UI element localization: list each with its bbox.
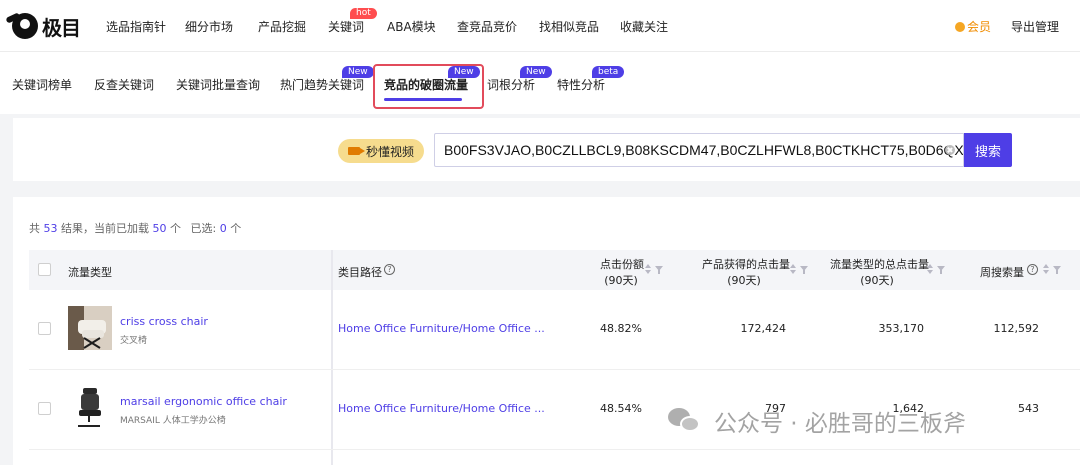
tutorial-video-label: 秒懂视频 — [365, 144, 414, 159]
logo-mark-icon — [12, 13, 38, 39]
summary-prefix: 共 — [29, 222, 40, 235]
keyword-link[interactable]: criss cross chair — [120, 315, 208, 328]
category-path-link[interactable]: Home Office Furniture/Home Office ... — [338, 402, 545, 415]
logo-text: 极目 — [42, 15, 81, 40]
total-count: 53 — [43, 222, 58, 235]
tutorial-video-button[interactable]: 秒懂视频 — [338, 139, 424, 163]
search-button[interactable]: 搜索 — [964, 133, 1012, 167]
criss-cross-chair-image — [68, 306, 112, 350]
tab-reverse-keywords[interactable]: 反查关键词 — [94, 76, 154, 93]
product-clicks-value: 172,424 — [740, 322, 787, 335]
sort-icon[interactable] — [1043, 264, 1051, 274]
clear-icon[interactable] — [945, 145, 955, 155]
beta-badge: beta — [592, 66, 625, 78]
row-checkbox[interactable] — [38, 402, 51, 415]
category-path-link[interactable]: Home Office Furniture/Home Office ... — [338, 322, 545, 335]
column-header-click-share-period: (90天) — [604, 274, 638, 287]
nav-item-product-mining[interactable]: 产品挖掘 — [258, 18, 306, 35]
product-thumbnail[interactable] — [68, 306, 112, 350]
click-share-value: 48.82% — [600, 322, 642, 335]
column-header-category: 类目路径 — [338, 266, 382, 279]
nav-item-niche-market[interactable]: 细分市场 — [185, 18, 233, 35]
summary-mid-text: 结果，当前已加载 — [61, 222, 149, 235]
filter-icon[interactable] — [800, 266, 808, 274]
sort-icon[interactable] — [927, 264, 935, 274]
column-header-weekly-searches[interactable]: 周搜索量 — [980, 264, 1024, 280]
help-icon[interactable]: ? — [1027, 264, 1038, 275]
column-header-total-clicks[interactable]: 流量类型的总点击量 — [830, 256, 929, 272]
column-header-product-clicks-period: (90天) — [727, 274, 761, 287]
keyword-translation: MARSAIL 人体工学办公椅 — [120, 416, 226, 426]
selected-count: 0 — [219, 222, 227, 235]
filter-icon[interactable] — [1053, 266, 1061, 274]
selected-label: 已选: — [190, 222, 217, 235]
column-header-product-clicks[interactable]: 产品获得的点击量 — [702, 256, 790, 272]
nav-item-favorites[interactable]: 收藏关注 — [620, 18, 668, 35]
nav-item-keywords[interactable]: 关键词 hot — [328, 8, 377, 35]
tab-trending-keywords[interactable]: 热门趋势关键词 — [280, 76, 364, 93]
results-summary: 共 53 结果，当前已加载 50 个 已选: 0 个 — [29, 220, 241, 236]
hot-badge: hot — [350, 8, 377, 19]
row-checkbox[interactable] — [38, 322, 51, 335]
ergonomic-chair-image — [68, 386, 112, 430]
keyword-translation: 交叉椅 — [120, 336, 148, 346]
filter-icon[interactable] — [937, 266, 945, 274]
vip-label: 会员 — [967, 20, 992, 34]
nav-item-competitor-bidding[interactable]: 查竞品竞价 — [457, 18, 517, 35]
vip-link[interactable]: 会员 — [955, 18, 991, 35]
top-navbar: 极目 选品指南针 细分市场 产品挖掘 关键词 hot ABA模块 查竞品竞价 找… — [0, 0, 1080, 52]
asin-search-input[interactable]: B00FS3VJAO,B0CZLLBCL9,B08KSCDM47,B0CZLHF… — [434, 133, 964, 167]
summary-unit: 个 — [170, 222, 181, 235]
tab-feature-analysis[interactable]: 特性分析 — [557, 76, 605, 93]
sort-icon[interactable] — [790, 264, 798, 274]
column-header-traffic-type: 流量类型 — [68, 266, 112, 279]
brand-logo[interactable]: 极目 — [12, 12, 81, 40]
watermark-text: 公众号 · 必胜哥的三板斧 — [714, 411, 966, 437]
wechat-icon — [668, 406, 702, 436]
loaded-count: 50 — [152, 222, 167, 235]
sort-icon[interactable] — [645, 264, 653, 274]
keyword-subnav: 关键词榜单 反查关键词 关键词批量查询 热门趋势关键词 New 竞品的破圈流量 … — [0, 52, 1080, 114]
nav-item-aba[interactable]: ABA模块 — [387, 18, 436, 35]
weekly-searches-value: 112,592 — [993, 322, 1040, 335]
new-badge: New — [520, 66, 552, 78]
tab-root-analysis[interactable]: 词根分析 — [487, 76, 535, 93]
select-all-checkbox[interactable] — [38, 263, 51, 276]
nav-item-similar-products[interactable]: 找相似竞品 — [539, 18, 599, 35]
keyword-link[interactable]: marsail ergonomic office chair — [120, 395, 287, 408]
nav-item-selection-guide[interactable]: 选品指南针 — [106, 18, 166, 35]
crown-icon — [955, 22, 965, 32]
summary-unit: 个 — [230, 222, 242, 235]
tab-batch-keyword-query[interactable]: 关键词批量查询 — [176, 76, 260, 93]
column-header-total-clicks-period: (90天) — [860, 274, 894, 287]
tab-keyword-ranking[interactable]: 关键词榜单 — [12, 76, 72, 93]
nav-item-keywords-label: 关键词 — [328, 20, 365, 34]
column-header-click-share[interactable]: 点击份额 — [600, 256, 644, 272]
new-badge: New — [342, 66, 374, 78]
video-camera-icon — [347, 147, 365, 155]
export-management-link[interactable]: 导出管理 — [1011, 18, 1059, 35]
product-thumbnail[interactable] — [68, 386, 112, 430]
total-clicks-value: 353,170 — [878, 322, 925, 335]
tab-highlight-frame — [373, 64, 484, 109]
click-share-value: 48.54% — [600, 402, 642, 415]
filter-icon[interactable] — [655, 266, 663, 274]
watermark: 公众号 · 必胜哥的三板斧 — [668, 400, 1048, 442]
help-icon[interactable]: ? — [384, 264, 395, 275]
